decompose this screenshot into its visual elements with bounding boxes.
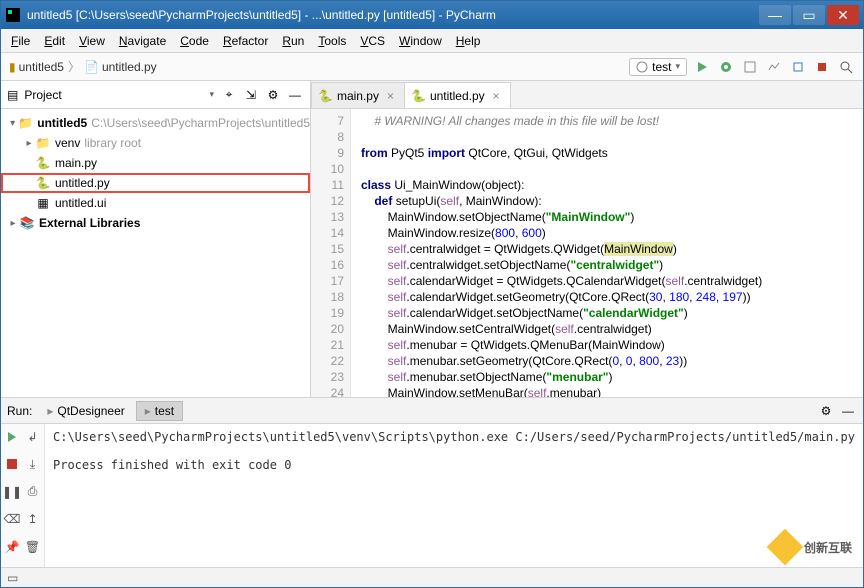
pause-button[interactable]: ❚❚ — [3, 483, 21, 501]
menu-file[interactable]: File — [5, 32, 36, 50]
tree-item-untitled-py[interactable]: 🐍untitled.py — [1, 173, 310, 193]
close-button[interactable]: ✕ — [827, 5, 859, 25]
gear-icon[interactable]: ⚙ — [264, 86, 282, 104]
toggle-soft-wrap-button[interactable]: ↲ — [24, 428, 42, 446]
print-button[interactable]: ⎙ — [24, 483, 42, 501]
console-output[interactable]: C:\Users\seed\PycharmProjects\untitled5\… — [45, 424, 863, 567]
menubar: FileEditViewNavigateCodeRefactorRunTools… — [1, 29, 863, 53]
menu-tools[interactable]: Tools — [312, 32, 352, 50]
titlebar: untitled5 [C:\Users\seed\PycharmProjects… — [1, 1, 863, 29]
menu-view[interactable]: View — [73, 32, 111, 50]
run-config-selector[interactable]: test ▾ — [629, 58, 687, 76]
debug-button[interactable] — [717, 58, 735, 76]
tree-item-External-Libraries[interactable]: ▸📚External Libraries — [1, 213, 310, 233]
window-title: untitled5 [C:\Users\seed\PycharmProjects… — [27, 8, 759, 22]
menu-code[interactable]: Code — [174, 32, 215, 50]
python-file-icon: 🐍 — [411, 89, 426, 103]
breadcrumb-item[interactable]: 📄 untitled.py — [84, 60, 157, 74]
tree-item-venv[interactable]: ▸📁venvlibrary root — [1, 133, 310, 153]
tab-untitled-py[interactable]: 🐍untitled.py× — [404, 82, 511, 108]
close-tab-icon[interactable]: × — [387, 89, 394, 103]
delete-button[interactable]: 🗑 — [24, 538, 42, 556]
target-icon[interactable]: ⌖ — [220, 86, 238, 104]
stop-button[interactable] — [813, 58, 831, 76]
menu-navigate[interactable]: Navigate — [113, 32, 172, 50]
run-panel-hide-icon[interactable]: — — [839, 402, 857, 420]
menu-vcs[interactable]: VCS — [354, 32, 391, 50]
editor-area: 🐍main.py×🐍untitled.py× 78910111213141516… — [311, 81, 863, 397]
tab-main-py[interactable]: 🐍main.py× — [311, 82, 405, 108]
project-toolwindow-icon: ▤ — [7, 88, 18, 102]
stop-run-button[interactable] — [3, 455, 21, 473]
python-file-icon: 🐍 — [318, 89, 333, 103]
sidebar-header: ▤ Project ▾ ⌖ ⇲ ⚙ — — [1, 81, 310, 109]
run-panel-tabs: Run: ▸QtDesigneer▸test ⚙ — — [1, 398, 863, 424]
maximize-button[interactable]: ▭ — [793, 5, 825, 25]
hide-icon[interactable]: — — [286, 86, 304, 104]
project-tree[interactable]: ▾📁untitled5C:\Users\seed\PycharmProjects… — [1, 109, 310, 397]
run-button[interactable] — [693, 58, 711, 76]
run-tab-test[interactable]: ▸test — [136, 401, 183, 421]
scroll-to-end-button[interactable]: ⤓ — [24, 455, 42, 473]
search-everywhere-icon[interactable] — [837, 58, 855, 76]
status-icon: ▭ — [7, 571, 18, 585]
close-tab-icon[interactable]: × — [493, 89, 500, 103]
breadcrumb: ▮ untitled5 〉 📄 untitled.py — [9, 58, 157, 75]
chevron-down-icon[interactable]: ▾ — [209, 89, 214, 100]
gutter: 789101112131415161718192021222324 — [311, 109, 351, 397]
menu-refactor[interactable]: Refactor — [217, 32, 274, 50]
chevron-down-icon: ▾ — [675, 61, 680, 72]
navbar: ▮ untitled5 〉 📄 untitled.py test ▾ — [1, 53, 863, 81]
attach-button[interactable] — [789, 58, 807, 76]
collapse-icon[interactable]: ⇲ — [242, 86, 260, 104]
breadcrumb-item[interactable]: ▮ untitled5 — [9, 60, 64, 74]
tree-item-untitled5[interactable]: ▾📁untitled5C:\Users\seed\PycharmProjects… — [1, 113, 310, 133]
rerun-button[interactable] — [3, 428, 21, 446]
code-content[interactable]: # WARNING! All changes made in this file… — [351, 109, 863, 397]
run-tab-QtDesigneer[interactable]: ▸QtDesigneer — [38, 401, 133, 421]
editor-tabs: 🐍main.py×🐍untitled.py× — [311, 81, 863, 109]
run-config-icon: ▸ — [145, 404, 151, 418]
run-config-icon — [636, 61, 648, 73]
run-panel: Run: ▸QtDesigneer▸test ⚙ — ↲ ⤓ ❚❚ ⎙ ⌫ ↥ … — [1, 397, 863, 567]
menu-run[interactable]: Run — [276, 32, 310, 50]
run-config-label: test — [652, 60, 671, 74]
pycharm-icon — [5, 7, 21, 23]
project-sidebar: ▤ Project ▾ ⌖ ⇲ ⚙ — ▾📁untitled5C:\Users\… — [1, 81, 311, 397]
pin-button[interactable]: 📌 — [3, 538, 21, 556]
run-label: Run: — [7, 404, 32, 418]
code-editor[interactable]: 789101112131415161718192021222324 # WARN… — [311, 109, 863, 397]
profile-button[interactable] — [765, 58, 783, 76]
tree-item-untitled-ui[interactable]: ▦untitled.ui — [1, 193, 310, 213]
breadcrumb-separator: 〉 — [68, 58, 80, 75]
menu-window[interactable]: Window — [393, 32, 448, 50]
run-config-icon: ▸ — [47, 404, 53, 418]
menu-help[interactable]: Help — [450, 32, 487, 50]
tree-item-main-py[interactable]: 🐍main.py — [1, 153, 310, 173]
menu-edit[interactable]: Edit — [38, 32, 71, 50]
run-side-toolbar: ↲ ⤓ ❚❚ ⎙ ⌫ ↥ 📌 🗑 — [1, 424, 45, 567]
minimize-button[interactable]: — — [759, 5, 791, 25]
run-panel-gear-icon[interactable]: ⚙ — [817, 402, 835, 420]
statusbar: ▭ — [1, 567, 863, 587]
coverage-button[interactable] — [741, 58, 759, 76]
sidebar-title: Project — [24, 88, 203, 102]
clear-all-button[interactable]: ⌫ — [3, 510, 21, 528]
up-the-stack-button[interactable]: ↥ — [24, 510, 42, 528]
